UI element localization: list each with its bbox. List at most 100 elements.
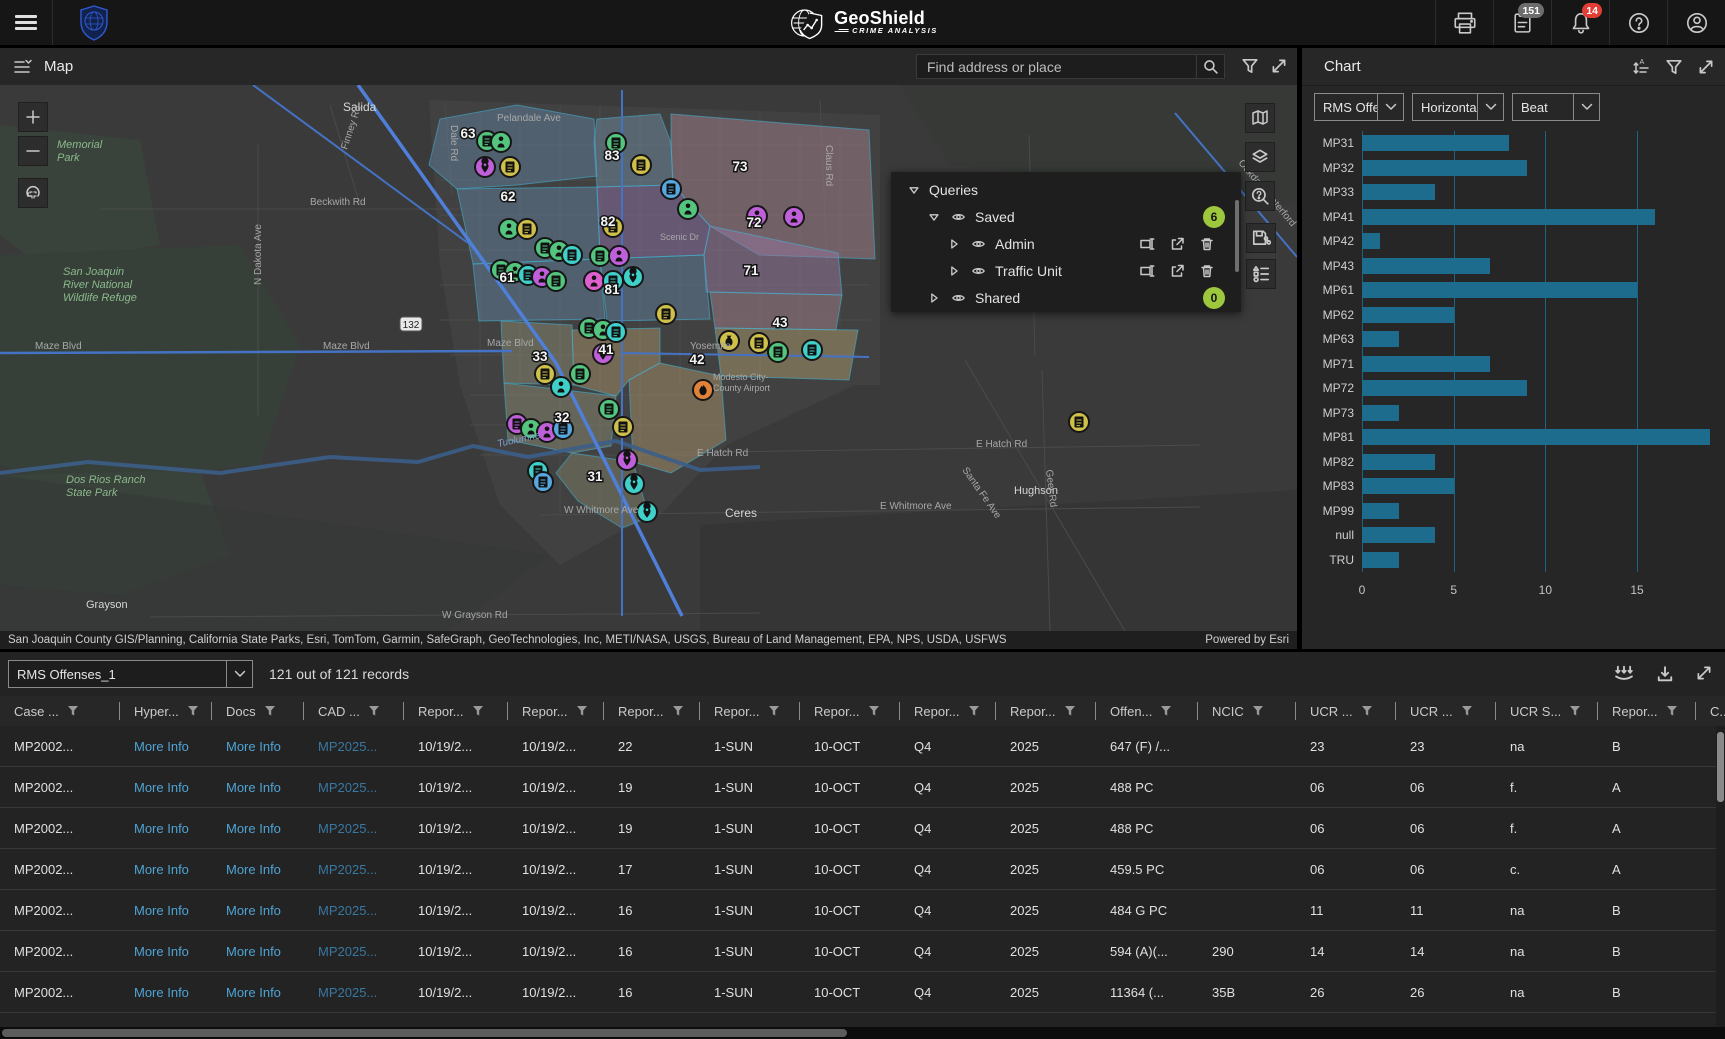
table-column-header[interactable]: Repor... xyxy=(800,696,900,726)
table-column-header[interactable]: UCR ... xyxy=(1296,696,1396,726)
zoom-in-button[interactable] xyxy=(18,102,48,132)
delete-icon[interactable] xyxy=(1199,236,1215,252)
crime-marker[interactable] xyxy=(569,363,591,385)
column-filter-icon[interactable] xyxy=(1252,705,1264,717)
crime-marker[interactable] xyxy=(490,131,512,153)
popup-scrollbar[interactable] xyxy=(1235,200,1239,272)
column-filter-icon[interactable] xyxy=(576,705,588,717)
map-canvas[interactable]: 63 83 73 62 82 72 61 81 71 43 42 41 33 32 31 Salida Cer… xyxy=(0,85,1297,631)
query-help-button[interactable] xyxy=(1245,181,1275,211)
crime-marker[interactable] xyxy=(660,178,682,200)
crime-marker[interactable] xyxy=(583,270,605,292)
crime-marker[interactable] xyxy=(598,398,620,420)
crime-marker[interactable] xyxy=(561,244,583,266)
chevron-right-icon[interactable] xyxy=(947,237,961,251)
chart-bar[interactable] xyxy=(1362,527,1436,544)
rename-icon[interactable] xyxy=(1139,236,1156,252)
table-horizontal-scrollbar[interactable] xyxy=(0,1027,1725,1039)
more-info-link[interactable]: More Info xyxy=(120,931,212,971)
reset-extent-button[interactable] xyxy=(18,178,48,208)
crime-marker[interactable] xyxy=(608,245,630,267)
table-column-header[interactable]: Repor... xyxy=(900,696,996,726)
print-button[interactable] xyxy=(1435,0,1493,45)
query-tree-item[interactable]: Queries xyxy=(891,176,1241,203)
column-filter-icon[interactable] xyxy=(1361,705,1373,717)
query-tree-item[interactable]: Traffic Unit xyxy=(891,257,1241,284)
eye-icon[interactable] xyxy=(970,264,987,278)
table-source-select[interactable]: RMS Offenses_1 xyxy=(8,660,253,688)
more-info-link[interactable]: More Info xyxy=(212,849,304,889)
crime-marker[interactable] xyxy=(589,245,611,267)
crime-marker[interactable] xyxy=(532,471,554,493)
delete-icon[interactable] xyxy=(1199,263,1215,279)
chart-bar[interactable] xyxy=(1362,478,1454,495)
export-icon[interactable] xyxy=(1169,263,1186,279)
column-filter-icon[interactable] xyxy=(264,705,276,717)
table-row[interactable]: MP2002...More InfoMore InfoMP2025...10/1… xyxy=(0,767,1725,808)
more-info-link[interactable]: More Info xyxy=(120,726,212,766)
column-filter-icon[interactable] xyxy=(1064,705,1076,717)
eye-icon[interactable] xyxy=(970,237,987,251)
chart-bar[interactable] xyxy=(1362,404,1399,421)
column-filter-icon[interactable] xyxy=(472,705,484,717)
chevron-down-icon[interactable] xyxy=(927,210,941,224)
cad-link[interactable]: MP2025... xyxy=(304,890,404,930)
crime-marker[interactable] xyxy=(692,379,714,401)
account-button[interactable] xyxy=(1667,0,1725,45)
chart-bar[interactable] xyxy=(1362,208,1656,225)
crime-marker[interactable] xyxy=(622,266,644,288)
table-row[interactable]: MP2002...More InfoMore InfoMP2025...10/1… xyxy=(0,890,1725,931)
chart-source-select[interactable]: RMS Offe xyxy=(1314,93,1404,121)
crime-marker[interactable] xyxy=(623,473,645,495)
chart-bar[interactable] xyxy=(1362,257,1491,274)
eye-icon[interactable] xyxy=(950,210,967,224)
crime-marker[interactable] xyxy=(655,303,677,325)
query-tree-item[interactable]: Admin xyxy=(891,230,1241,257)
more-info-link[interactable]: More Info xyxy=(212,931,304,971)
table-column-header[interactable]: Repor... xyxy=(508,696,604,726)
chart-bar[interactable] xyxy=(1362,135,1509,152)
column-filter-icon[interactable] xyxy=(672,705,684,717)
crime-marker[interactable] xyxy=(605,321,627,343)
table-row[interactable]: MP2002...More InfoMore InfoMP2025...10/1… xyxy=(0,931,1725,972)
menu-button[interactable] xyxy=(0,0,53,45)
column-filter-icon[interactable] xyxy=(67,705,79,717)
rename-icon[interactable] xyxy=(1139,263,1156,279)
reports-button[interactable]: 151 xyxy=(1493,0,1551,45)
crime-marker[interactable] xyxy=(1068,411,1090,433)
search-input[interactable] xyxy=(916,54,1196,79)
map-expand-button[interactable] xyxy=(1270,57,1288,75)
column-filter-icon[interactable] xyxy=(1666,705,1678,717)
column-filter-icon[interactable] xyxy=(368,705,380,717)
query-tree-item[interactable]: Shared 0 xyxy=(891,284,1241,311)
chart-bar[interactable] xyxy=(1362,429,1711,446)
column-filter-icon[interactable] xyxy=(1569,705,1581,717)
crime-marker[interactable] xyxy=(630,154,652,176)
chart-bar[interactable] xyxy=(1362,282,1637,299)
more-info-link[interactable]: More Info xyxy=(212,767,304,807)
table-row[interactable]: MP2002...More InfoMore InfoMP2025...10/1… xyxy=(0,972,1725,1013)
notifications-button[interactable]: 14 xyxy=(1551,0,1609,45)
chart-bar[interactable] xyxy=(1362,159,1527,176)
table-row[interactable]: MP2002...More InfoMore InfoMP2025...10/1… xyxy=(0,808,1725,849)
column-filter-icon[interactable] xyxy=(768,705,780,717)
table-column-header[interactable]: Repor... xyxy=(604,696,700,726)
cad-link[interactable]: MP2025... xyxy=(304,972,404,1012)
more-info-link[interactable]: More Info xyxy=(212,890,304,930)
sort-icon[interactable]: A xyxy=(1631,57,1651,77)
table-row[interactable]: MP2002...More InfoMore InfoMP2025...10/1… xyxy=(0,849,1725,890)
table-column-header[interactable]: UCR S... xyxy=(1496,696,1598,726)
save-share-button[interactable] xyxy=(1246,223,1276,253)
query-tree-item[interactable]: Saved 6 xyxy=(891,203,1241,230)
crime-marker[interactable] xyxy=(550,376,572,398)
crime-marker[interactable] xyxy=(636,501,658,523)
crime-marker[interactable] xyxy=(612,416,634,438)
chart-bar[interactable] xyxy=(1362,380,1527,397)
table-column-header[interactable]: UCR ... xyxy=(1396,696,1496,726)
more-info-link[interactable]: More Info xyxy=(212,808,304,848)
column-filter-icon[interactable] xyxy=(1160,705,1172,717)
chart-type-select[interactable]: Horizonta xyxy=(1412,93,1504,121)
chart-bar[interactable] xyxy=(1362,355,1491,372)
chart-filter-icon[interactable] xyxy=(1665,58,1683,76)
chevron-right-icon[interactable] xyxy=(947,264,961,278)
